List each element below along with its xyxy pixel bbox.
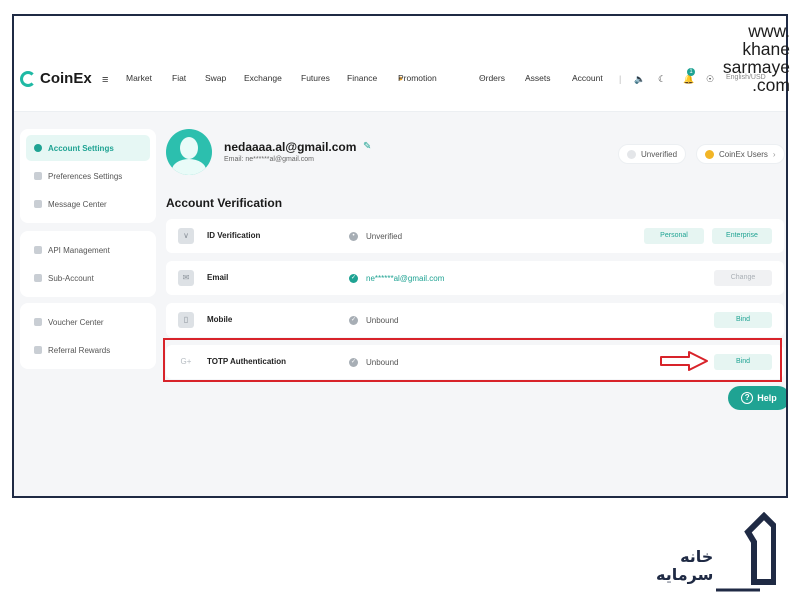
question-icon: ?: [741, 392, 754, 404]
envelope-icon: ✉: [178, 270, 194, 286]
user-type-pill[interactable]: CoinEx Users ›: [696, 144, 785, 164]
bind-mobile-button[interactable]: Bind: [714, 312, 772, 328]
brand-text: خانه سرمایه: [656, 547, 714, 584]
globe-icon[interactable]: ☉: [706, 74, 714, 85]
row-name: Email: [207, 273, 229, 282]
sidebar-item-message-center[interactable]: Message Center: [26, 191, 150, 217]
verification-row-email: ✉ Email ✓ ne******al@gmail.com Change: [166, 261, 784, 295]
avatar-head: [180, 137, 198, 159]
sound-icon[interactable]: 🔈: [634, 74, 645, 85]
unverified-icon: •: [349, 232, 358, 241]
chevron-down-icon: ⌄: [479, 74, 485, 81]
coin-icon: [705, 149, 714, 159]
sidebar-item-voucher-center[interactable]: Voucher Center: [26, 309, 150, 335]
row-name: Mobile: [207, 315, 233, 324]
khanesarmaye-logo: خانه سرمایه: [656, 511, 777, 592]
moon-icon[interactable]: ☾: [658, 74, 666, 85]
sidebar-item-label: API Management: [48, 245, 110, 255]
watermark-text: www. khane sarmaye .com: [722, 21, 790, 95]
verification-status-pill[interactable]: Unverified: [618, 144, 687, 164]
mobile-phone-icon: ▯: [178, 312, 194, 328]
api-icon: [34, 246, 42, 254]
help-button[interactable]: ? Help: [728, 386, 786, 410]
nav-exchange[interactable]: Exchange: [244, 73, 282, 83]
sidebar-item-sub-account[interactable]: Sub-Account: [26, 265, 150, 291]
sidebar-group-account: Account Settings Preferences Settings Me…: [20, 129, 156, 223]
user-type-label: CoinEx Users: [719, 149, 768, 159]
red-arrow-icon: [660, 351, 708, 371]
nav-swap[interactable]: Swap: [205, 73, 226, 83]
check-icon: ✓: [349, 274, 358, 283]
unbound-icon: ✓: [349, 316, 358, 325]
sidebar-item-api-management[interactable]: API Management: [26, 237, 150, 263]
personal-button[interactable]: Personal: [644, 228, 704, 244]
sidebar-group-api: API Management Sub-Account: [20, 231, 156, 297]
user-icon: [34, 144, 42, 152]
chevron-down-icon: ⌄: [347, 74, 353, 81]
divider: |: [619, 74, 622, 84]
sub-account-icon: [34, 274, 42, 282]
sidebar-item-label: Message Center: [48, 199, 107, 209]
help-label: Help: [757, 393, 777, 403]
sidebar-item-label: Sub-Account: [48, 273, 94, 283]
sidebar-item-label: Referral Rewards: [48, 345, 111, 355]
sidebar-item-referral-rewards[interactable]: Referral Rewards: [26, 337, 150, 363]
notification-badge: 1: [687, 68, 695, 76]
chevron-right-icon: ›: [772, 149, 776, 159]
gift-icon: [34, 346, 42, 354]
id-card-icon: ∨: [178, 228, 194, 244]
avatar-body: [172, 159, 206, 175]
chevron-down-icon: ⌄: [572, 74, 578, 81]
row-status: Unverified: [366, 232, 403, 241]
verification-status-label: Unverified: [641, 149, 678, 159]
nav-futures[interactable]: Futures: [301, 73, 330, 83]
enterprise-button[interactable]: Enterprise: [712, 228, 772, 244]
status-dot-icon: [627, 149, 636, 159]
screenshot-frame: CoinEx ≡ Market Fiat Swap Exchange Futur…: [12, 14, 788, 498]
sidebar-item-label: Voucher Center: [48, 317, 104, 327]
sidebar-item-label: Account Settings: [48, 143, 114, 153]
chevron-down-icon: ⌄: [525, 74, 531, 81]
sidebar-group-rewards: Voucher Center Referral Rewards: [20, 303, 156, 369]
voucher-icon: [34, 318, 42, 326]
row-status: Unbound: [366, 316, 399, 325]
verification-row-id: ∨ ID Verification • Unverified Personal …: [166, 219, 784, 253]
avatar: [166, 129, 212, 175]
account-email: nedaaaa.al@gmail.com: [224, 140, 357, 154]
top-navigation-bar: CoinEx ≡ Market Fiat Swap Exchange Futur…: [14, 16, 786, 112]
message-icon: [34, 200, 42, 208]
sidebar-item-label: Preferences Settings: [48, 171, 123, 181]
row-name: ID Verification: [207, 231, 261, 240]
edit-icon[interactable]: ✎: [363, 141, 371, 152]
main-nav: Market Fiat Swap Exchange Futures Financ…: [14, 73, 786, 89]
nav-fiat[interactable]: Fiat: [172, 73, 186, 83]
section-title: Account Verification: [166, 196, 283, 210]
row-status: ne******al@gmail.com: [366, 274, 445, 283]
account-email-masked: Email: ne******al@gmail.com: [224, 156, 314, 163]
sidebar-item-account-settings[interactable]: Account Settings: [26, 135, 150, 161]
nav-market[interactable]: Market: [126, 73, 152, 83]
sidebar-item-preferences[interactable]: Preferences Settings: [26, 163, 150, 189]
chevron-down-icon: ⌄: [398, 74, 404, 81]
verification-row-mobile: ▯ Mobile ✓ Unbound Bind: [166, 303, 784, 337]
preferences-icon: [34, 172, 42, 180]
change-email-button[interactable]: Change: [714, 270, 772, 286]
